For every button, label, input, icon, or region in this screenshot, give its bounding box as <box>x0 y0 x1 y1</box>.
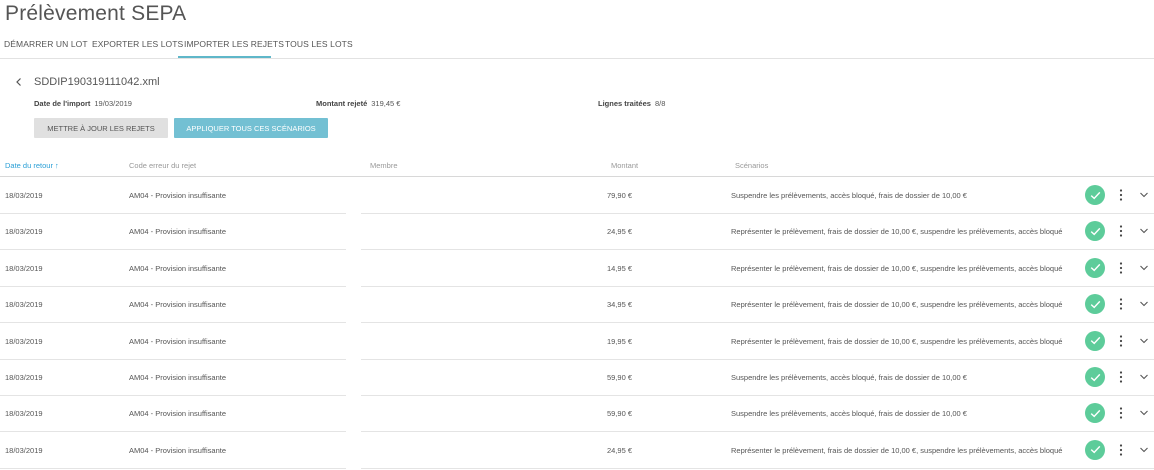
row-return-date: 18/03/2019 <box>5 336 43 346</box>
row-error-code: AM04 - Provision insuffisante <box>129 373 226 382</box>
row-error-code: AM04 - Provision insuffisante <box>129 227 226 237</box>
processed-lines: Lignes traitées 8/8 <box>598 99 665 108</box>
processed-lines-label: Lignes traitées <box>598 99 651 108</box>
row-divider <box>0 467 346 469</box>
chevron-down-icon[interactable] <box>1139 446 1149 454</box>
more-vertical-icon[interactable] <box>1117 334 1125 348</box>
row-amount: 24,95 € <box>606 445 632 455</box>
table-row[interactable]: 18/03/2019 AM04 - Provision insuffisante 1… <box>0 323 1154 360</box>
chevron-down-icon[interactable] <box>1139 227 1149 235</box>
row-amount: 59,90 € <box>606 373 632 382</box>
check-circle-icon[interactable] <box>1085 330 1105 351</box>
header-error-code[interactable]: Code erreur du rejet <box>129 161 196 170</box>
row-error-code: AM04 - Provision insuffisante <box>129 300 226 310</box>
tab-all-batches[interactable]: TOUS LES LOTS <box>285 39 353 49</box>
more-vertical-icon[interactable] <box>1117 443 1125 457</box>
row-scenario: Suspendre les prélèvements, accès bloqué… <box>731 373 967 382</box>
row-error-code: AM04 - Provision insuffisante <box>129 191 226 200</box>
chevron-down-icon[interactable] <box>1139 264 1149 272</box>
row-return-date: 18/03/2019 <box>5 227 43 237</box>
row-error-code: AM04 - Provision insuffisante <box>129 336 226 346</box>
tab-export-batches[interactable]: EXPORTER LES LOTS <box>92 39 183 49</box>
row-amount: 34,95 € <box>606 300 632 310</box>
tab-start-batch[interactable]: DÉMARRER UN LOT <box>4 39 88 49</box>
row-scenario: Suspendre les prélèvements, accès bloqué… <box>731 191 967 200</box>
rejected-amount-value: 319,45 € <box>371 99 401 108</box>
tab-import-rejects[interactable]: IMPORTER LES REJETS <box>184 39 284 49</box>
page-title: Prélèvement SEPA <box>5 2 187 25</box>
update-rejects-button[interactable]: METTRE À JOUR LES REJETS <box>34 118 168 138</box>
import-date: Date de l'import 19/03/2019 <box>34 99 132 108</box>
rejected-amount-label: Montant rejeté <box>316 99 368 108</box>
check-circle-icon[interactable] <box>1085 257 1105 278</box>
row-return-date: 18/03/2019 <box>5 409 43 419</box>
row-amount: 59,90 € <box>606 409 632 419</box>
table-row[interactable]: 18/03/2019 AM04 - Provision insuffisante 2… <box>0 213 1154 251</box>
row-divider <box>361 467 1154 469</box>
chevron-down-icon[interactable] <box>1139 409 1149 417</box>
row-return-date: 18/03/2019 <box>5 445 43 455</box>
table-row[interactable]: 18/03/2019 AM04 - Provision insuffisante 5… <box>0 359 1154 396</box>
more-vertical-icon[interactable] <box>1117 297 1125 311</box>
row-amount: 14,95 € <box>606 263 632 273</box>
active-tab-indicator <box>178 56 271 58</box>
row-return-date: 18/03/2019 <box>5 263 43 273</box>
more-vertical-icon[interactable] <box>1117 406 1125 420</box>
apply-all-scenarios-button[interactable]: APPLIQUER TOUS CES SCÉNARIOS <box>174 118 328 138</box>
check-circle-icon[interactable] <box>1085 403 1105 424</box>
check-circle-icon[interactable] <box>1085 439 1105 460</box>
row-return-date: 18/03/2019 <box>5 191 43 200</box>
header-scenarios: Scénarios <box>735 161 769 170</box>
table-row[interactable]: 18/03/2019 AM04 - Provision insuffisante 1… <box>0 250 1154 287</box>
check-circle-icon[interactable] <box>1085 294 1105 315</box>
more-vertical-icon[interactable] <box>1117 188 1125 202</box>
row-error-code: AM04 - Provision insuffisante <box>129 263 226 273</box>
table-row[interactable]: 18/03/2019 AM04 - Provision insuffisante 3… <box>0 286 1154 324</box>
processed-lines-value: 8/8 <box>654 99 666 108</box>
row-scenario: Représenter le prélèvement, frais de dos… <box>731 336 1063 346</box>
row-scenario: Représenter le prélèvement, frais de dos… <box>731 227 1063 237</box>
header-return-date[interactable]: Date du retour ↑ <box>5 161 59 170</box>
row-scenario: Représenter le prélèvement, frais de dos… <box>731 300 1063 310</box>
row-scenario: Suspendre les prélèvements, accès bloqué… <box>731 409 967 419</box>
row-amount: 24,95 € <box>606 227 632 237</box>
more-vertical-icon[interactable] <box>1117 224 1125 238</box>
tab-bar: DÉMARRER UN LOT EXPORTER LES LOTS IMPORT… <box>0 33 1154 59</box>
row-scenario: Représenter le prélèvement, frais de dos… <box>731 445 1063 455</box>
chevron-down-icon[interactable] <box>1139 191 1149 199</box>
chevron-down-icon[interactable] <box>1139 300 1149 308</box>
row-return-date: 18/03/2019 <box>5 300 43 310</box>
table-header: Date du retour ↑ Code erreur du rejet Me… <box>0 158 1154 177</box>
import-date-value: 19/03/2019 <box>94 99 132 108</box>
row-error-code: AM04 - Provision insuffisante <box>129 409 226 419</box>
check-circle-icon[interactable] <box>1085 367 1105 387</box>
more-vertical-icon[interactable] <box>1117 370 1125 384</box>
row-scenario: Représenter le prélèvement, frais de dos… <box>731 263 1063 273</box>
header-amount[interactable]: Montant <box>611 161 638 170</box>
row-amount: 79,90 € <box>606 191 632 200</box>
chevron-down-icon[interactable] <box>1139 337 1149 345</box>
chevron-left-icon[interactable] <box>14 77 24 87</box>
import-date-label: Date de l'import <box>34 99 91 108</box>
check-circle-icon[interactable] <box>1085 185 1105 205</box>
check-circle-icon[interactable] <box>1085 221 1105 242</box>
rejected-amount: Montant rejeté 319,45 € <box>316 99 400 108</box>
table-row[interactable]: 18/03/2019 AM04 - Provision insuffisante 5… <box>0 395 1154 433</box>
file-name: SDDIP190319111042.xml <box>34 76 160 88</box>
table-row[interactable]: 18/03/2019 AM04 - Provision insuffisante 2… <box>0 432 1154 469</box>
header-member[interactable]: Membre <box>370 161 398 170</box>
row-error-code: AM04 - Provision insuffisante <box>129 445 226 455</box>
table-row[interactable]: 18/03/2019 AM04 - Provision insuffisante 7… <box>0 177 1154 214</box>
chevron-down-icon[interactable] <box>1139 373 1149 381</box>
row-amount: 19,95 € <box>606 336 632 346</box>
more-vertical-icon[interactable] <box>1117 261 1125 275</box>
row-return-date: 18/03/2019 <box>5 373 43 382</box>
